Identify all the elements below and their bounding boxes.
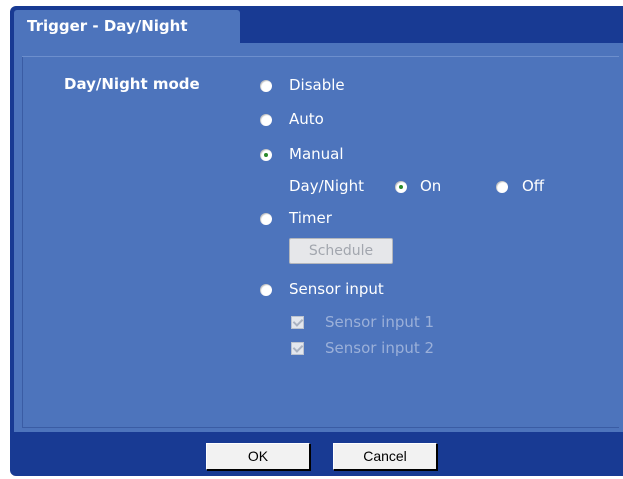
sensor-input-2-checkbox[interactable] xyxy=(291,342,304,355)
option-sensor-input[interactable]: Sensor input xyxy=(260,280,420,300)
cancel-button[interactable]: Cancel xyxy=(333,443,437,470)
timer-radio[interactable] xyxy=(260,213,272,225)
sensor-input-1-checkbox[interactable] xyxy=(291,316,304,329)
option-disable[interactable]: Disable xyxy=(260,76,380,96)
auto-label: Auto xyxy=(289,110,324,128)
manual-day-night-row: Day/Night On Off xyxy=(289,177,589,197)
day-night-off-radio[interactable] xyxy=(496,181,508,193)
sensor-input-1-label: Sensor input 1 xyxy=(325,313,435,331)
timer-label: Timer xyxy=(289,209,332,227)
sensor-input-radio[interactable] xyxy=(260,284,272,296)
schedule-button[interactable]: Schedule xyxy=(289,238,393,264)
manual-label: Manual xyxy=(289,145,344,163)
day-night-mode-label: Day/Night mode xyxy=(64,75,200,93)
option-timer[interactable]: Timer xyxy=(260,209,380,229)
option-manual[interactable]: Manual xyxy=(260,145,380,165)
sensor-input-label: Sensor input xyxy=(289,280,384,298)
day-night-off-label: Off xyxy=(522,177,545,195)
auto-radio[interactable] xyxy=(260,114,272,126)
day-night-on-label: On xyxy=(420,177,442,195)
option-auto[interactable]: Auto xyxy=(260,110,380,130)
day-night-on-radio[interactable] xyxy=(395,181,407,193)
sensor-input-2-label: Sensor input 2 xyxy=(325,339,435,357)
disable-radio[interactable] xyxy=(260,80,272,92)
disable-label: Disable xyxy=(289,76,345,94)
trigger-day-night-dialog: Trigger - Day/Night Day/Night mode Disab… xyxy=(0,0,623,479)
day-night-sub-label: Day/Night xyxy=(289,177,364,195)
manual-radio[interactable] xyxy=(260,149,272,161)
tab-label: Trigger - Day/Night xyxy=(27,17,188,35)
ok-button[interactable]: OK xyxy=(206,443,310,470)
tab-trigger-day-night[interactable]: Trigger - Day/Night xyxy=(14,10,240,43)
group-box-highlight xyxy=(22,56,619,57)
